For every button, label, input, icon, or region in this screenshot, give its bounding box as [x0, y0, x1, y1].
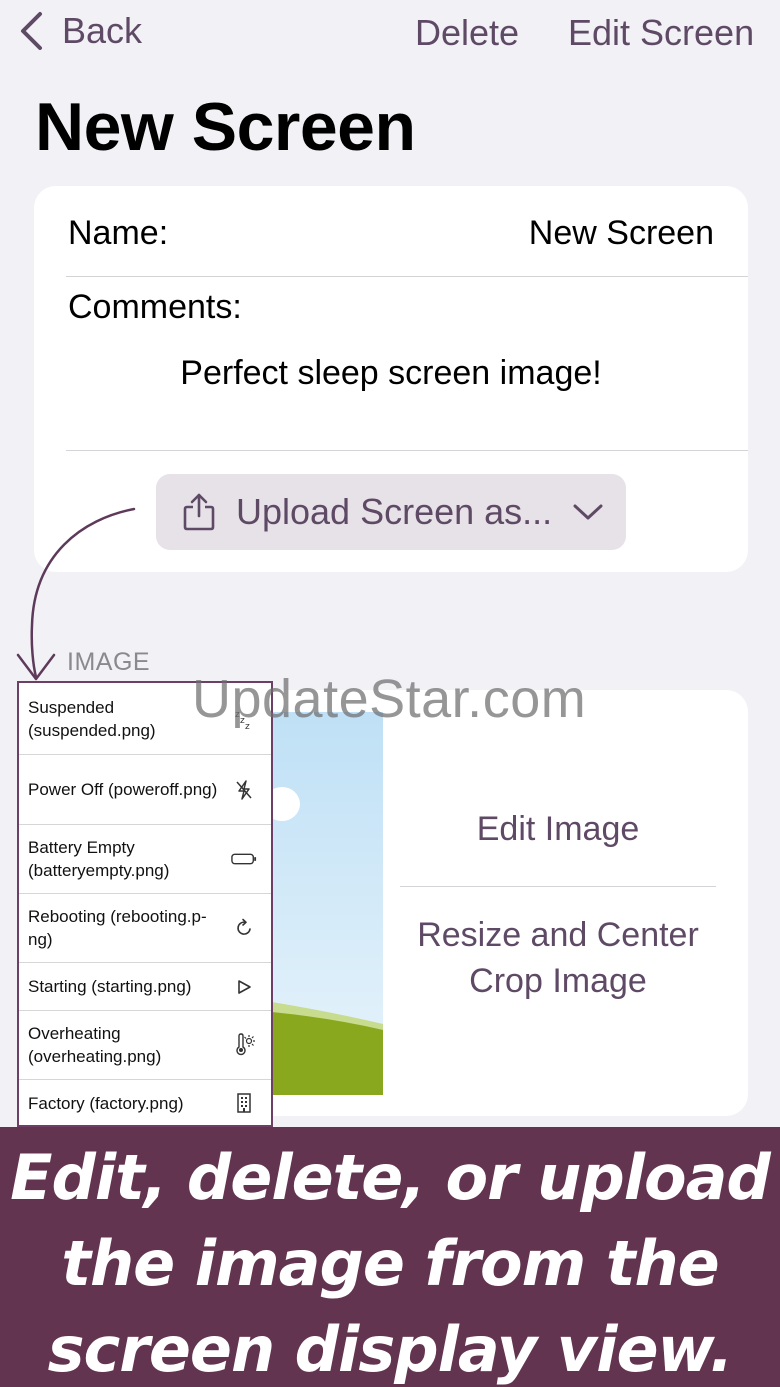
menu-item-battery-empty[interactable]: Battery Empty (batteryempty.png) — [19, 825, 271, 894]
menu-item-starting[interactable]: Starting (starting.png) — [19, 963, 271, 1011]
menu-item-label: Rebooting (rebooting.p-ng) — [28, 907, 207, 949]
share-icon — [183, 493, 215, 531]
reboot-icon — [231, 918, 257, 938]
menu-item-overheating[interactable]: Overheating (overheating.png) — [19, 1011, 271, 1080]
upload-screen-label: Upload Screen as... — [236, 491, 553, 532]
image-section-label: IMAGE — [67, 648, 151, 676]
divider — [66, 450, 748, 451]
chevron-down-icon — [573, 504, 603, 520]
caption-banner: Edit, delete, or upload the image from t… — [0, 1127, 780, 1387]
menu-item-label: Factory (factory.png) — [28, 1093, 184, 1113]
upload-menu: Suspended (suspended.png) zzz Power Off … — [17, 681, 273, 1127]
back-button[interactable]: Back — [18, 10, 142, 52]
power-off-icon — [231, 779, 257, 801]
building-icon — [231, 1093, 257, 1113]
menu-item-label: Overheating (overheating.png) — [28, 1024, 162, 1066]
comments-label: Comments: — [68, 288, 242, 326]
name-label: Name: — [68, 214, 169, 252]
page-title: New Screen — [35, 89, 416, 165]
menu-item-label: Power Off (poweroff.png) — [28, 780, 218, 799]
divider — [400, 886, 716, 887]
chevron-left-icon — [21, 12, 42, 50]
navigation-bar: Back Delete Edit Screen — [0, 0, 780, 70]
edit-image-button[interactable]: Edit Image — [400, 810, 716, 849]
menu-item-factory[interactable]: Factory (factory.png) — [19, 1080, 271, 1126]
name-value: New Screen — [528, 214, 714, 252]
battery-empty-icon — [231, 852, 257, 866]
screen-image-preview[interactable] — [272, 712, 383, 1095]
resize-crop-button[interactable]: Resize and Center Crop Image — [400, 912, 716, 1004]
delete-button[interactable]: Delete — [415, 12, 519, 54]
divider — [66, 276, 748, 277]
caption-text: Edit, delete, or upload the image from t… — [10, 1141, 771, 1386]
menu-item-rebooting[interactable]: Rebooting (rebooting.p-ng) — [19, 894, 271, 963]
menu-item-label: Battery Empty (batteryempty.png) — [28, 838, 170, 880]
watermark: UpdateStar.com — [192, 669, 587, 729]
edit-screen-button[interactable]: Edit Screen — [568, 12, 754, 54]
comments-field[interactable]: Perfect sleep screen image! — [34, 354, 748, 393]
menu-item-power-off[interactable]: Power Off (poweroff.png) — [19, 755, 271, 825]
thermometer-sun-icon — [231, 1033, 257, 1057]
menu-item-label: Starting (starting.png) — [28, 977, 192, 996]
name-row[interactable]: Name: New Screen — [68, 214, 714, 253]
upload-screen-button[interactable]: Upload Screen as... — [156, 474, 626, 550]
back-label: Back — [62, 10, 143, 51]
landscape-image — [272, 712, 383, 1095]
play-icon — [231, 979, 257, 995]
